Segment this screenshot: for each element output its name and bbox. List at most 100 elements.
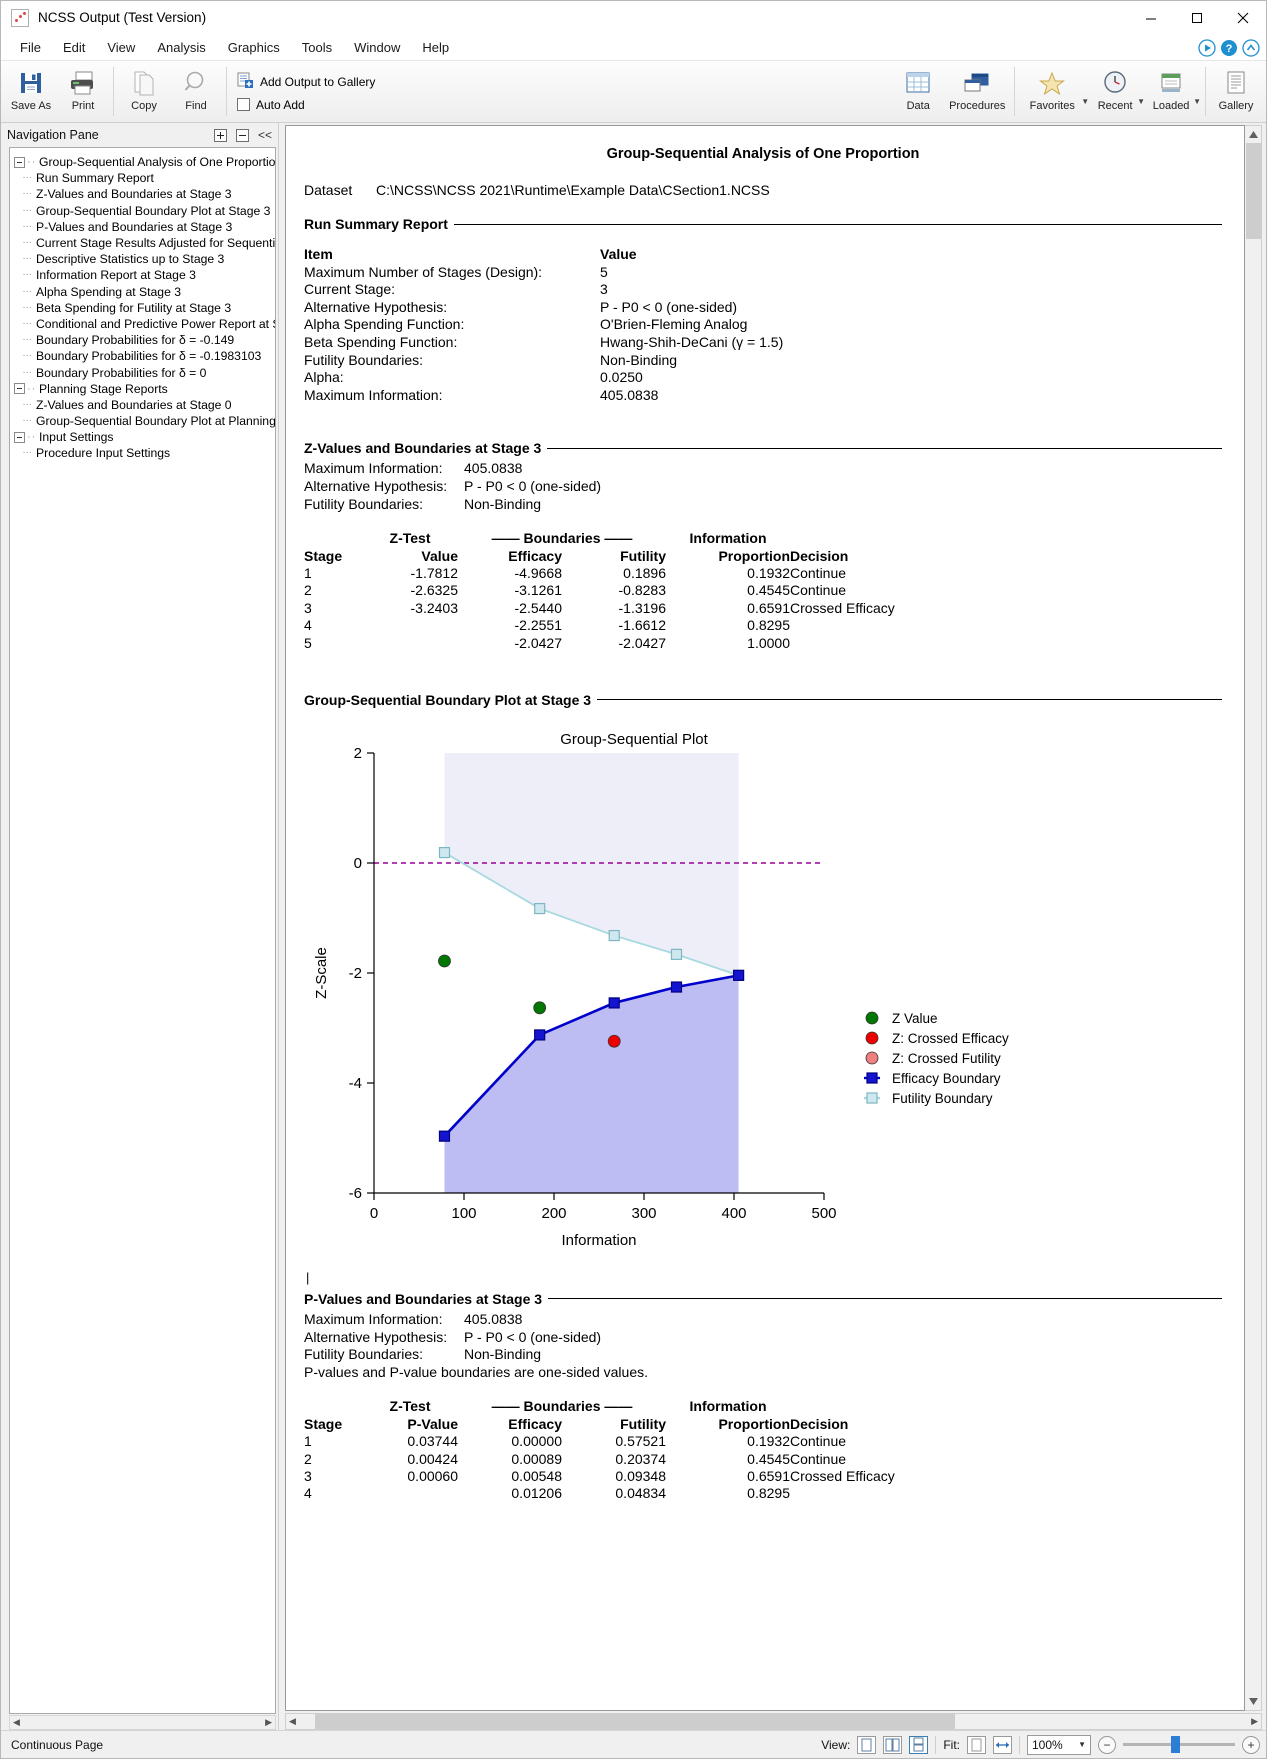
- scroll-up-arrow[interactable]: [1246, 126, 1261, 143]
- menu-window[interactable]: Window: [343, 37, 411, 58]
- loaded-chevron-down-icon[interactable]: ▼: [1193, 97, 1201, 106]
- help-circle-icon[interactable]: ?: [1220, 39, 1238, 57]
- zvalues-stage: 4: [304, 617, 312, 634]
- navigation-pane-header: Navigation Pane <<: [1, 123, 278, 147]
- vertical-scroll-thumb[interactable]: [1245, 143, 1261, 239]
- table-row: 1 -1.7812 -4.9668 0.1896 0.1932 Continue: [304, 565, 895, 582]
- nav-node[interactable]: ··· Boundary Probabilities for δ = -0.149: [14, 332, 275, 348]
- menu-edit[interactable]: Edit: [52, 37, 96, 58]
- menu-tools[interactable]: Tools: [291, 37, 343, 58]
- add-output-to-gallery-button[interactable]: Add Output to Gallery: [237, 72, 375, 92]
- recent-button[interactable]: Recent: [1089, 63, 1141, 120]
- find-button[interactable]: Find: [170, 63, 222, 120]
- zvalues-information-proportion: 0.1932: [747, 564, 790, 581]
- tree-connector: ···: [14, 317, 33, 329]
- nav-node-label: P-Values and Boundaries at Stage 3: [36, 219, 233, 234]
- scroll-right-arrow[interactable]: ▶: [1248, 1716, 1261, 1727]
- collapse-all-icon[interactable]: [235, 128, 249, 142]
- document-horizontal-scrollbar[interactable]: ◀ ▶: [285, 1712, 1262, 1730]
- pvalues-group-information: Information: [689, 1398, 767, 1415]
- nav-node[interactable]: ··· Current Stage Results Adjusted for Se…: [14, 235, 275, 251]
- expand-all-icon[interactable]: [213, 128, 227, 142]
- favorites-chevron-down-icon[interactable]: ▼: [1081, 97, 1089, 106]
- maximize-button[interactable]: [1174, 1, 1220, 35]
- pvalues-decision: Continue: [790, 1450, 847, 1467]
- zoom-slider[interactable]: [1123, 1736, 1235, 1753]
- navigation-tree[interactable]: ·· Group-Sequential Analysis of One Propo…: [9, 147, 276, 1714]
- copy-button[interactable]: Copy: [118, 63, 170, 120]
- loaded-button[interactable]: Loaded: [1145, 63, 1197, 120]
- pvalues-group-ztest: Z-Test: [389, 1398, 431, 1415]
- chevron-double-left-icon[interactable]: <<: [258, 128, 272, 142]
- zoom-in-icon[interactable]: +: [1242, 1735, 1260, 1754]
- nav-node[interactable]: ··· Boundary Probabilities for δ = -0.198…: [14, 348, 275, 364]
- nav-node[interactable]: ·· Planning Stage Reports: [14, 381, 275, 397]
- menu-view[interactable]: View: [96, 37, 146, 58]
- minimize-button[interactable]: [1128, 1, 1174, 35]
- nav-node[interactable]: ··· Z-Values and Boundaries at Stage 3: [14, 186, 275, 202]
- nav-node[interactable]: ··· Conditional and Predictive Power Repo…: [14, 316, 275, 332]
- collapse-toggle-icon[interactable]: [14, 431, 25, 443]
- nav-node[interactable]: ··· Group-Sequential Boundary Plot at Pla…: [14, 413, 275, 429]
- circle-marker: [533, 1001, 547, 1015]
- fit-page-icon[interactable]: [967, 1735, 986, 1754]
- nav-node[interactable]: ··· Group-Sequential Boundary Plot at Sta…: [14, 203, 275, 219]
- zvalues-value: -3.2403: [410, 599, 458, 616]
- procedures-button[interactable]: Procedures: [944, 63, 1010, 120]
- nav-node[interactable]: ··· Beta Spending for Futility at Stage 3: [14, 300, 275, 316]
- collapse-ribbon-icon[interactable]: [1242, 38, 1260, 57]
- document-vertical-scrollbar[interactable]: [1245, 125, 1262, 1711]
- nav-node[interactable]: ··· Descriptive Statistics up to Stage 3: [14, 251, 275, 267]
- favorites-button[interactable]: Favorites: [1019, 63, 1085, 120]
- zoom-out-icon[interactable]: −: [1098, 1735, 1116, 1754]
- continuous-page-icon[interactable]: [909, 1735, 929, 1754]
- scroll-left-arrow[interactable]: ◀: [286, 1716, 299, 1727]
- menu-analysis[interactable]: Analysis: [146, 37, 216, 58]
- circle-marker: [438, 954, 451, 968]
- menu-help[interactable]: Help: [411, 37, 460, 58]
- nav-node[interactable]: ··· Information Report at Stage 3: [14, 267, 275, 283]
- nav-node[interactable]: ··· Boundary Probabilities for δ = 0: [14, 364, 275, 380]
- pvalues-heading-text: P-Values and Boundaries at Stage 3: [304, 1290, 543, 1307]
- nav-horizontal-scrollbar[interactable]: ◀ ▶: [9, 1714, 276, 1730]
- run-summary-rows: Maximum Number of Stages (Design): 5 Curre…: [304, 264, 1222, 405]
- gallery-icon: [1223, 68, 1249, 98]
- nav-node[interactable]: ··· P-Values and Boundaries at Stage 3: [14, 219, 275, 235]
- nav-node[interactable]: ··· Procedure Input Settings: [14, 445, 275, 461]
- legend-label: Z: Crossed Futility: [892, 1051, 1001, 1066]
- menu-file[interactable]: File: [9, 37, 52, 58]
- gallery-button[interactable]: Gallery: [1210, 63, 1262, 120]
- single-page-icon[interactable]: [857, 1735, 877, 1754]
- zoom-select[interactable]: 100% ▼: [1027, 1734, 1091, 1755]
- data-button[interactable]: Data: [892, 63, 944, 120]
- horizontal-scroll-thumb[interactable]: [314, 1713, 955, 1729]
- two-page-icon[interactable]: [883, 1735, 903, 1754]
- chevron-down-icon[interactable]: ▼: [1078, 1740, 1086, 1749]
- nav-node[interactable]: ·· Input Settings: [14, 429, 275, 445]
- zvalues-decision: Continue: [790, 564, 847, 581]
- output-document[interactable]: Group-Sequential Analysis of One Proport…: [285, 125, 1245, 1711]
- zoom-slider-thumb[interactable]: [1171, 1736, 1180, 1753]
- menu-graphics[interactable]: Graphics: [217, 37, 291, 58]
- collapse-toggle-icon[interactable]: [14, 156, 25, 168]
- collapse-toggle-icon[interactable]: [14, 383, 25, 395]
- scroll-down-arrow[interactable]: [1246, 1693, 1261, 1710]
- print-button[interactable]: Print: [57, 63, 109, 120]
- recent-chevron-down-icon[interactable]: ▼: [1137, 97, 1145, 106]
- save-as-button[interactable]: Save As: [5, 63, 57, 120]
- fit-width-icon[interactable]: [993, 1735, 1012, 1754]
- nav-node[interactable]: ·· Group-Sequential Analysis of One Propo…: [14, 154, 275, 170]
- y-tick-label: -6: [349, 1185, 362, 1202]
- nav-node[interactable]: ··· Z-Values and Boundaries at Stage 0: [14, 397, 275, 413]
- group-sequential-plot: Group-Sequential Plot 2 0 -2-4 -6 0 100 …: [304, 718, 1222, 1266]
- star-icon: [1037, 68, 1067, 98]
- nav-node[interactable]: ··· Alpha Spending at Stage 3: [14, 284, 275, 300]
- y-tick-label: 2: [354, 745, 362, 762]
- close-button[interactable]: [1220, 1, 1266, 35]
- play-circle-icon[interactable]: [1198, 38, 1216, 57]
- nav-node-label: Boundary Probabilities for δ = 0: [36, 365, 207, 380]
- vertical-scroll-track[interactable]: [1245, 239, 1261, 1693]
- auto-add-checkbox-box[interactable]: [237, 98, 250, 111]
- nav-node[interactable]: ··· Run Summary Report: [14, 170, 275, 186]
- auto-add-checkbox[interactable]: Auto Add: [237, 98, 375, 112]
